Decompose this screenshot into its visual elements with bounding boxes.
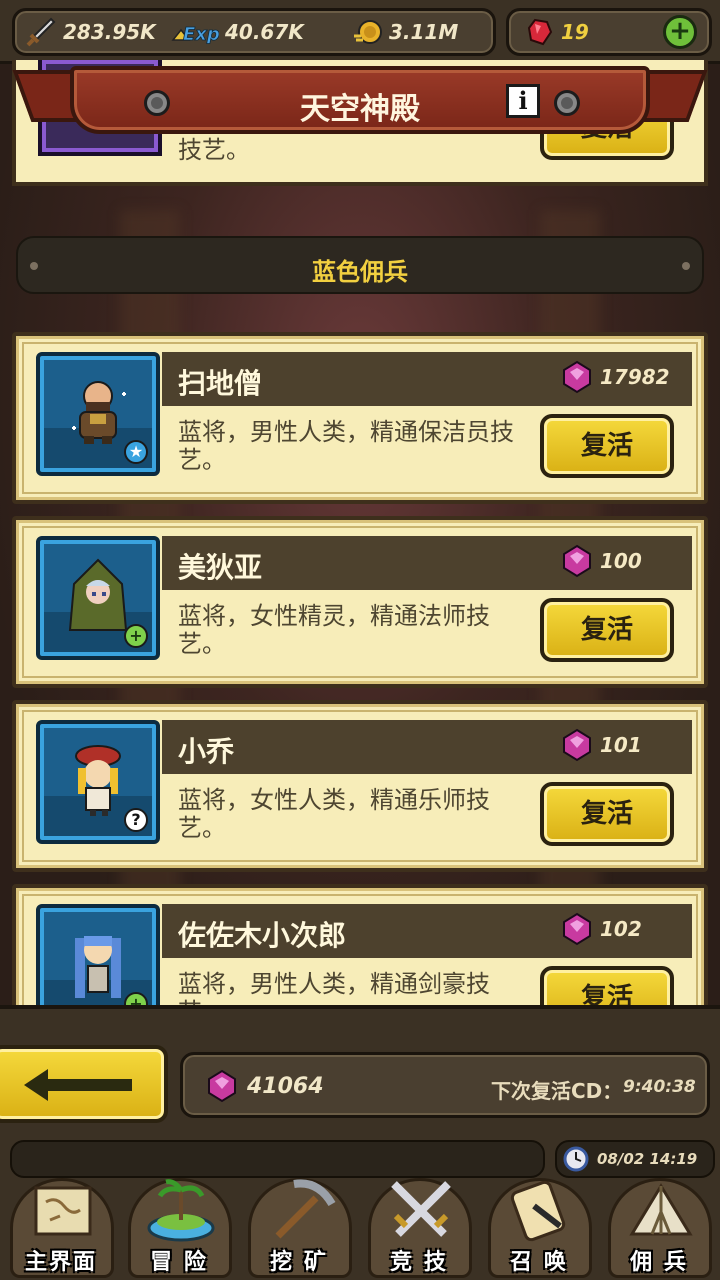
gold-value: 3.11M: [389, 20, 459, 44]
hero-name: 佐佐木小次郎: [178, 919, 347, 952]
hero-description: 蓝将，女性人类，精通乐师技艺。: [178, 786, 490, 842]
hero-portrait[interactable]: +: [36, 536, 160, 660]
attack-stat: 283.95K: [25, 11, 156, 53]
revive-button[interactable]: 复活: [540, 414, 674, 478]
hero-portrait[interactable]: ?: [36, 720, 160, 844]
hero-name: 小乔: [178, 735, 235, 768]
purple-gem-icon: [563, 544, 591, 578]
island-icon: [147, 1179, 215, 1242]
cooldown-timer: 9:40:38: [623, 1077, 696, 1097]
revive-cost: 102: [562, 912, 642, 946]
exp-stat: Exp 40.67K: [171, 11, 304, 53]
info-button[interactable]: i: [506, 84, 540, 118]
revive-info-panel: 41064 下次复活CD： 9:40:38: [180, 1052, 710, 1118]
main-nav: 主界面 冒 险 挖 矿 竞 技 召 唤 佣 兵: [0, 1168, 720, 1280]
hero-description: 蓝将，男性人类，精通保洁员技艺。: [178, 418, 514, 474]
hero-name: 扫地僧: [178, 367, 263, 400]
back-button[interactable]: [0, 1045, 168, 1123]
name-bar: 美狄亚 100: [162, 536, 692, 590]
section-header: 蓝色佣兵: [16, 236, 704, 294]
question-badge-icon: ?: [124, 808, 148, 832]
purple-gem-icon: [208, 1069, 236, 1103]
add-gems-button[interactable]: +: [663, 15, 697, 49]
cost-value: 100: [600, 549, 642, 573]
plus-badge-icon: +: [124, 624, 148, 648]
nav-label: 竞 技: [390, 1250, 448, 1275]
hero-portrait[interactable]: +: [36, 904, 160, 1005]
mercenary-card: ★ 扫地僧 17982 蓝将，男性人类，精通保洁员技艺。 复活: [12, 332, 708, 504]
purple-gem-icon: [563, 728, 591, 762]
name-bar: 佐佐木小次郎 102: [162, 904, 692, 958]
title-banner: 天空神殿 i: [70, 66, 650, 134]
revive-cost: 17982: [562, 360, 670, 394]
nav-main[interactable]: 主界面: [2, 1168, 120, 1280]
summon-scroll-icon: [510, 1180, 566, 1242]
mercenary-card: + 佐佐木小次郎 102 蓝将，男性人类，精通剑豪技艺。 复活: [12, 884, 708, 1005]
purple-gem-icon: [563, 912, 591, 946]
gem-value: 19: [561, 20, 589, 44]
bolt-icon: [554, 90, 580, 116]
crossed-swords-icon: [391, 1181, 451, 1237]
exp-icon: Exp: [171, 24, 219, 45]
gold-stat: 3.11M: [351, 11, 458, 53]
nav-summon[interactable]: 召 唤: [480, 1168, 598, 1280]
pickaxe-icon: [275, 1179, 336, 1239]
hero-description: 蓝将，女性精灵，精通法师技艺。: [178, 602, 490, 658]
partial-desc: 技艺。: [178, 136, 250, 164]
star-badge-icon: ★: [124, 440, 148, 464]
clock-value: 08/02 14:19: [597, 1150, 698, 1168]
ruby-icon: [527, 18, 553, 46]
gem-stat: 19: [523, 11, 589, 53]
tent-icon: [629, 1183, 693, 1236]
mercenary-card: + 美狄亚 100 蓝将，女性精灵，精通法师技艺。 复活: [12, 516, 708, 688]
cost-value: 17982: [600, 365, 670, 389]
gem-balance: 41064: [207, 1069, 324, 1103]
sword-icon: [26, 17, 56, 47]
section-title: 蓝色佣兵: [312, 258, 408, 286]
map-scroll-icon: [34, 1186, 92, 1236]
mercenary-list[interactable]: 技艺。 复活 蓝色佣兵 ★ 扫地僧: [0, 60, 720, 1005]
swordsman-sprite-icon: [75, 936, 121, 998]
cooldown-label: 下次复活CD：: [491, 1079, 623, 1103]
cost-value: 101: [600, 733, 642, 757]
hero-portrait[interactable]: ★: [36, 352, 160, 476]
currency-panel: 283.95K Exp 40.67K 3.11M: [12, 8, 496, 56]
nav-mining[interactable]: 挖 矿: [240, 1168, 358, 1280]
cost-value: 102: [600, 917, 642, 941]
purple-gem-icon: [563, 360, 591, 394]
arrow-left-icon: [24, 1069, 132, 1101]
nav-arena[interactable]: 竞 技: [360, 1168, 478, 1280]
mercenary-card: ? 小乔 101 蓝将，女性人类，精通乐师技艺。 复活: [12, 700, 708, 872]
attack-value: 283.95K: [63, 20, 156, 44]
nav-mercenary[interactable]: 佣 兵: [600, 1168, 718, 1280]
revive-button[interactable]: 复活: [540, 782, 674, 846]
revive-button[interactable]: 复活: [540, 966, 674, 1005]
nav-label: 佣 兵: [630, 1250, 688, 1275]
hero-name: 美狄亚: [178, 551, 263, 584]
revive-cost: 100: [562, 544, 642, 578]
revive-cost: 101: [562, 728, 642, 762]
gold-coin-icon: [354, 20, 382, 44]
nav-label: 冒 险: [150, 1250, 208, 1275]
revive-button[interactable]: 复活: [540, 598, 674, 662]
svg-text:Exp: Exp: [183, 24, 219, 45]
exp-value: 40.67K: [225, 20, 304, 44]
nav-label: 挖 矿: [270, 1250, 328, 1275]
name-bar: 小乔 101: [162, 720, 692, 774]
nav-label: 召 唤: [510, 1250, 568, 1275]
hero-description: 蓝将，男性人类，精通剑豪技艺。: [178, 970, 490, 1005]
name-bar: 扫地僧 17982: [162, 352, 692, 406]
resource-bar: 283.95K Exp 40.67K 3.11M 19 +: [0, 0, 720, 64]
nav-label: 主界面: [24, 1250, 97, 1275]
gem-balance-value: 41064: [247, 1073, 324, 1099]
gem-panel: 19 +: [506, 8, 712, 56]
nav-adventure[interactable]: 冒 险: [120, 1168, 238, 1280]
plus-icon: +: [669, 16, 691, 46]
